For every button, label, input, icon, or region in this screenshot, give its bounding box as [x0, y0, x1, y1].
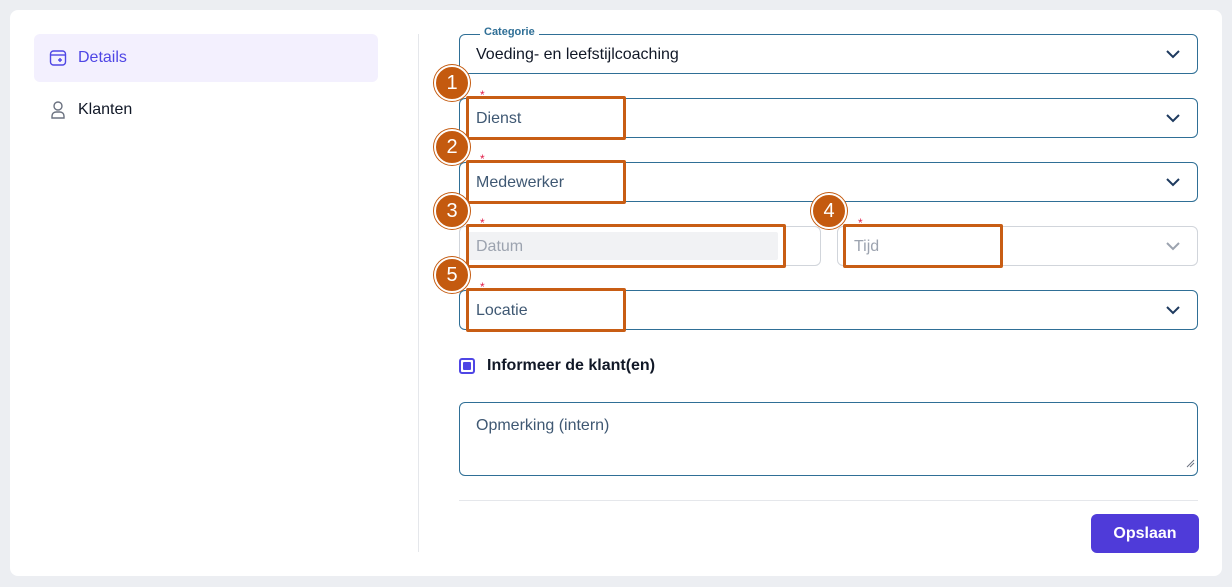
checkbox-checked-mark	[463, 362, 471, 370]
sidebar-item-label: Details	[78, 49, 127, 66]
annotation-badge-2: 2	[434, 129, 470, 165]
chevron-down-icon	[1165, 175, 1181, 194]
sidebar-item-details[interactable]: Details	[34, 34, 378, 82]
informeer-label[interactable]: Informeer de klant(en)	[487, 357, 655, 375]
categorie-select[interactable]: Categorie Voeding- en leefstijlcoaching	[459, 26, 1198, 74]
user-icon	[48, 100, 68, 120]
sidebar-item-klanten[interactable]: Klanten	[34, 86, 378, 134]
annotation-badge-1: 1	[434, 65, 470, 101]
vertical-divider	[418, 34, 419, 552]
highlight-box-medewerker	[466, 160, 626, 204]
highlight-box-dienst	[466, 96, 626, 140]
chevron-down-icon	[1165, 239, 1181, 258]
highlight-box-datum	[466, 224, 786, 268]
annotation-badge-4: 4	[811, 193, 847, 229]
categorie-legend: Categorie	[480, 26, 539, 38]
annotation-badge-3: 3	[434, 193, 470, 229]
chevron-down-icon	[1165, 303, 1181, 322]
opmerking-placeholder: Opmerking (intern)	[476, 417, 610, 434]
opmerking-textarea[interactable]: Opmerking (intern)	[459, 402, 1198, 476]
highlight-box-locatie	[466, 288, 626, 332]
annotation-badge-5: 5	[434, 257, 470, 293]
informeer-checkbox[interactable]	[459, 358, 475, 374]
calendar-plus-icon	[48, 48, 68, 68]
chevron-down-icon	[1165, 47, 1181, 66]
horizontal-divider	[459, 500, 1198, 501]
resize-handle-icon[interactable]	[1185, 455, 1195, 473]
chevron-down-icon	[1165, 111, 1181, 130]
save-button[interactable]: Opslaan	[1091, 514, 1199, 553]
highlight-box-tijd	[843, 224, 1003, 268]
categorie-value: Voeding- en leefstijlcoaching	[476, 46, 679, 63]
sidebar-item-label: Klanten	[78, 101, 133, 118]
